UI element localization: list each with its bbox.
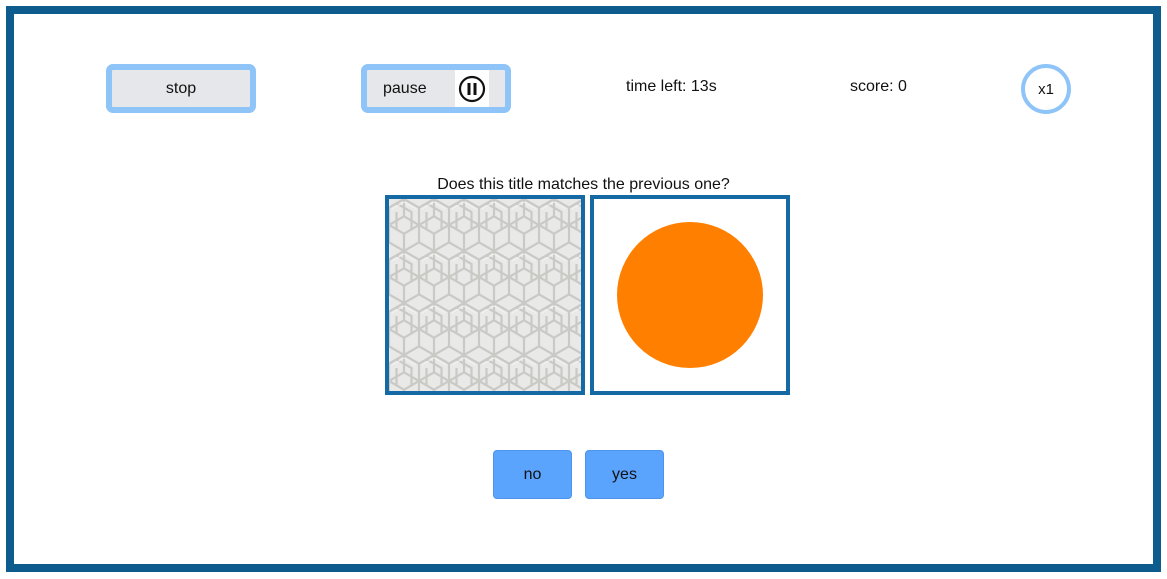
yes-button[interactable]: yes (585, 450, 664, 499)
score-display: score: 0 (850, 78, 907, 95)
multiplier-badge: x1 (1021, 64, 1071, 114)
game-frame: stop pause time left: 13s score: 0 x1 Do… (6, 6, 1161, 572)
no-button[interactable]: no (493, 450, 572, 499)
hexagon-pattern-image (389, 199, 581, 391)
pause-button[interactable]: pause (361, 64, 511, 113)
no-button-label: no (523, 465, 542, 483)
yes-button-label: yes (612, 465, 637, 483)
time-left-display: time left: 13s (626, 78, 717, 95)
stop-button-label: stop (165, 79, 197, 97)
current-tile (590, 195, 790, 395)
previous-tile (385, 195, 585, 395)
multiplier-label: x1 (1038, 80, 1054, 98)
pause-button-label: pause (383, 79, 427, 97)
orange-circle-image (617, 222, 763, 368)
question-text: Does this title matches the previous one… (437, 176, 730, 193)
pause-icon (455, 70, 489, 107)
stop-button[interactable]: stop (106, 64, 256, 113)
